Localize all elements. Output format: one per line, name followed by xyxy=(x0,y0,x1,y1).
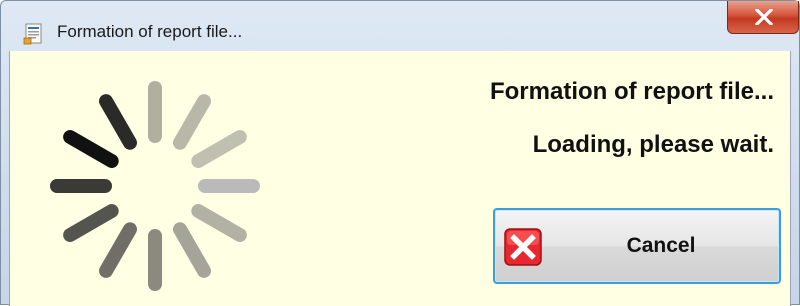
report-document-icon xyxy=(23,23,42,45)
loading-spinner-icon xyxy=(50,81,260,291)
red-x-icon xyxy=(504,228,542,266)
spinner-spoke xyxy=(99,94,137,150)
close-x-icon xyxy=(755,9,773,25)
spinner-spoke xyxy=(99,222,137,278)
window-title: Formation of report file... xyxy=(57,22,243,41)
close-button[interactable] xyxy=(727,1,799,34)
spinner-spoke xyxy=(173,94,211,150)
cancel-button-label: Cancel xyxy=(626,234,696,257)
dialog-window: Formation of report file... Formation of… xyxy=(0,0,800,306)
spinner-spoke xyxy=(191,130,247,168)
message-title: Formation of report file... xyxy=(489,78,774,105)
title-bar[interactable]: Formation of report file... xyxy=(1,1,799,51)
dialog-content: Formation of report file... Loading, ple… xyxy=(9,51,791,306)
spinner-spoke xyxy=(191,204,247,242)
spinner-spoke xyxy=(63,204,119,242)
message-status: Loading, please wait. xyxy=(532,131,774,158)
spinner-spoke xyxy=(173,222,211,278)
cancel-button[interactable]: Cancel xyxy=(493,208,781,284)
spinner-spoke xyxy=(63,130,119,168)
